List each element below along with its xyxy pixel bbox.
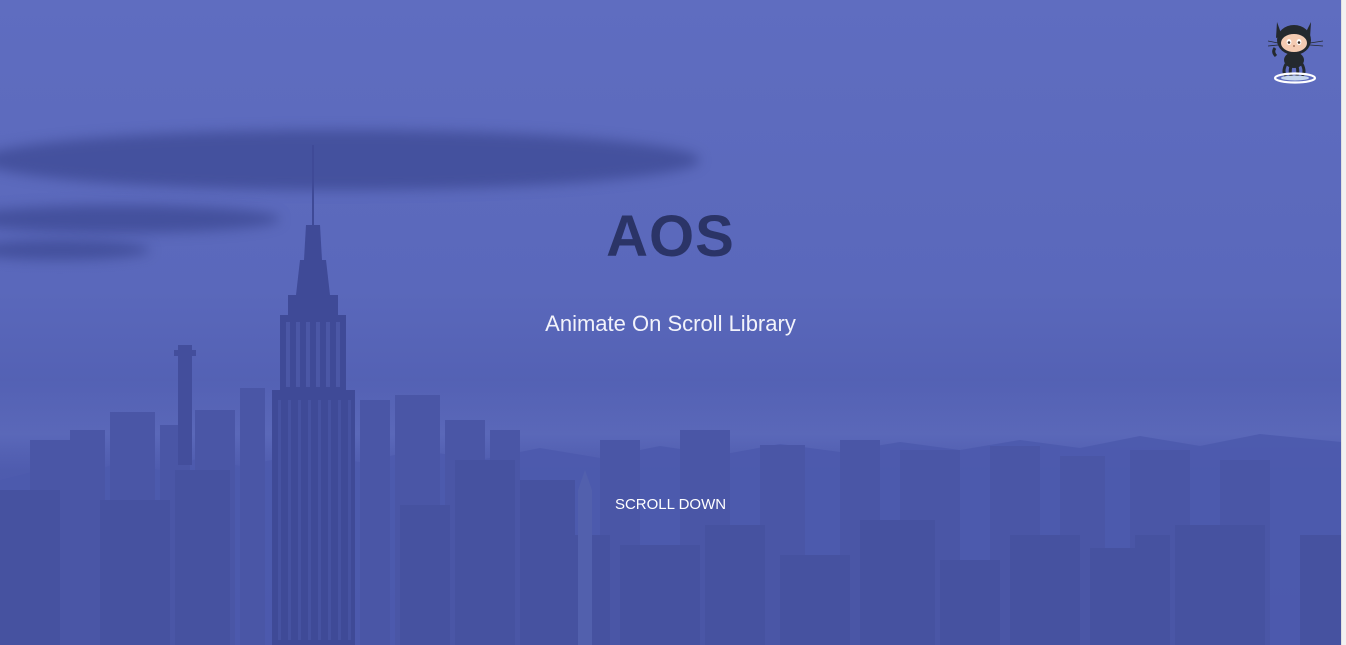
page-title: AOS xyxy=(606,204,735,269)
hero-section: AOS Animate On Scroll Library SCROLL DOW… xyxy=(0,0,1341,645)
github-octocat-icon xyxy=(1267,22,1324,84)
github-corner-link[interactable] xyxy=(1267,14,1324,84)
scroll-down-link[interactable]: SCROLL DOWN xyxy=(615,496,726,513)
page-subtitle: Animate On Scroll Library xyxy=(545,311,796,336)
scrollbar-track[interactable] xyxy=(1341,0,1346,645)
